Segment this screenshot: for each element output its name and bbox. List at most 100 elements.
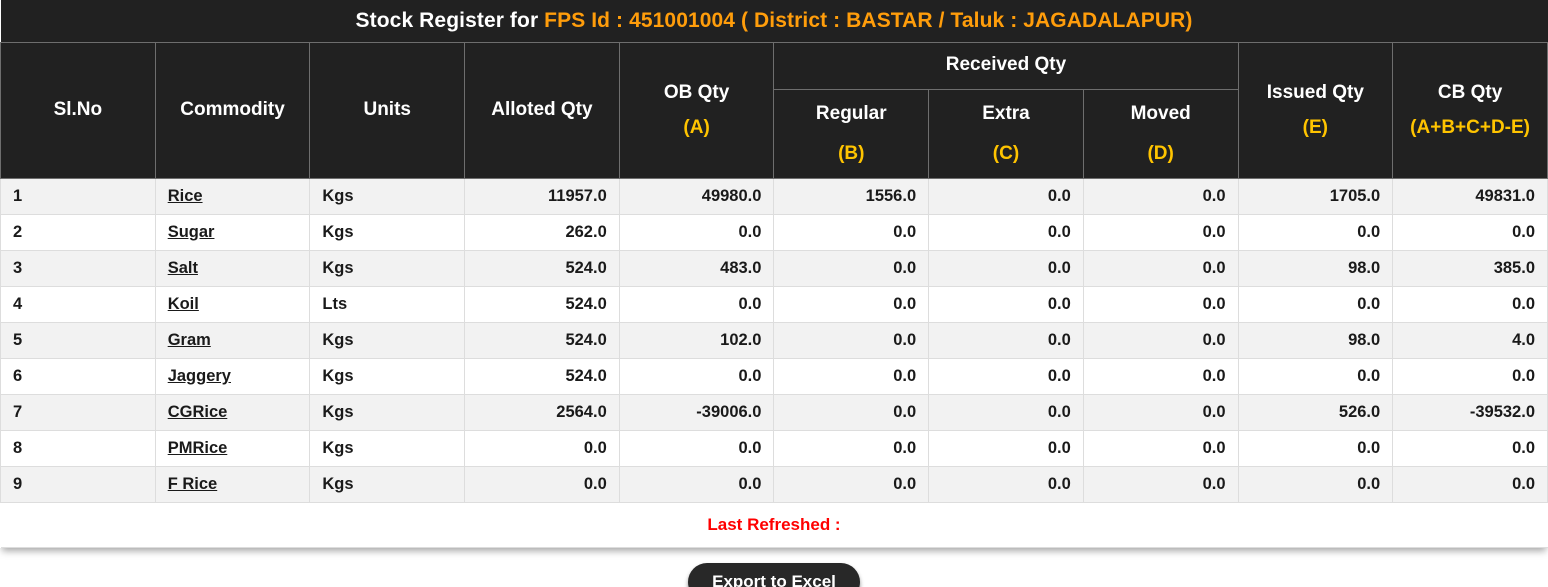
cell-issued-qty: 0.0 [1237, 286, 1394, 323]
commodity-link[interactable]: Rice [168, 187, 203, 205]
cell-received-regular: 0.0 [773, 214, 930, 251]
cell-received-regular: 0.0 [773, 322, 930, 359]
stock-register-table: Stock Register for FPS Id : 451001004 ( … [0, 0, 1548, 548]
cell-alloted-qty: 2564.0 [464, 394, 620, 431]
cell-commodity: Sugar [154, 214, 311, 251]
commodity-link[interactable]: Sugar [168, 223, 215, 241]
cell-cb-qty: 0.0 [1392, 214, 1548, 251]
commodity-link[interactable]: Salt [168, 259, 198, 277]
cell-issued-qty: 0.0 [1237, 466, 1394, 503]
cell-sl-no: 7 [0, 394, 156, 431]
cell-received-extra: 0.0 [928, 466, 1084, 503]
cell-received-extra: 0.0 [928, 358, 1084, 395]
received-extra-code: (C) [992, 143, 1020, 164]
commodity-link[interactable]: PMRice [168, 439, 228, 457]
cell-units: Kgs [309, 322, 466, 359]
commodity-link[interactable]: CGRice [168, 403, 228, 421]
cell-issued-qty: 1705.0 [1237, 178, 1394, 215]
cell-received-regular: 0.0 [773, 466, 930, 503]
table-footer: Last Refreshed : [0, 502, 1548, 548]
cell-units: Kgs [309, 178, 466, 215]
stock-register-page: Stock Register for FPS Id : 451001004 ( … [0, 0, 1548, 587]
cell-units: Kgs [309, 214, 466, 251]
commodity-link[interactable]: Jaggery [168, 367, 231, 385]
cell-commodity: Koil [154, 286, 311, 323]
column-header-issued-qty: Issued Qty (E) [1237, 42, 1394, 179]
actions-bar: Export to Excel [0, 548, 1548, 587]
cell-ob-qty: 483.0 [618, 250, 775, 287]
cell-ob-qty: 0.0 [618, 430, 775, 467]
cell-units: Kgs [309, 358, 466, 395]
cell-commodity: F Rice [154, 466, 311, 503]
cell-received-moved: 0.0 [1082, 322, 1239, 359]
cell-sl-no: 5 [0, 322, 156, 359]
cell-issued-qty: 526.0 [1237, 394, 1394, 431]
cell-received-extra: 0.0 [928, 178, 1084, 215]
cell-issued-qty: 0.0 [1237, 214, 1394, 251]
cell-alloted-qty: 524.0 [464, 250, 620, 287]
cell-received-moved: 0.0 [1082, 286, 1239, 323]
export-to-excel-button[interactable]: Export to Excel [688, 563, 860, 587]
last-refreshed-cell: Last Refreshed : [0, 502, 1548, 548]
table-header: Stock Register for FPS Id : 451001004 ( … [0, 0, 1548, 179]
cell-received-regular: 1556.0 [773, 178, 930, 215]
cell-commodity: PMRice [154, 430, 311, 467]
cell-received-regular: 0.0 [773, 286, 930, 323]
table-row: 8 PMRice Kgs 0.0 0.0 0.0 0.0 0.0 0.0 0.0 [0, 430, 1548, 467]
cell-commodity: CGRice [154, 394, 311, 431]
cell-alloted-qty: 524.0 [464, 322, 620, 359]
ob-qty-code: (A) [683, 116, 710, 138]
cell-sl-no: 9 [0, 466, 156, 503]
cell-received-moved: 0.0 [1082, 250, 1239, 287]
last-refreshed-label: Last Refreshed : [707, 515, 841, 534]
cell-issued-qty: 98.0 [1237, 250, 1394, 287]
cell-cb-qty: -39532.0 [1392, 394, 1548, 431]
cell-issued-qty: 0.0 [1237, 430, 1394, 467]
cell-received-regular: 0.0 [773, 430, 930, 467]
cell-ob-qty: 102.0 [618, 322, 775, 359]
cell-received-moved: 0.0 [1082, 394, 1239, 431]
received-extra-label: Extra [982, 102, 1030, 124]
cell-alloted-qty: 524.0 [464, 286, 620, 323]
cell-sl-no: 4 [0, 286, 156, 323]
cell-cb-qty: 0.0 [1392, 286, 1548, 323]
cell-ob-qty: 49980.0 [618, 178, 775, 215]
cell-ob-qty: 0.0 [618, 286, 775, 323]
cb-qty-code: (A+B+C+D-E) [1410, 116, 1530, 138]
cell-sl-no: 6 [0, 358, 156, 395]
commodity-link[interactable]: Gram [168, 331, 211, 349]
table-row: 9F Rice Kgs 0.0 0.0 0.0 0.0 0.0 0.0 0.0 [0, 466, 1548, 503]
cell-received-extra: 0.0 [928, 250, 1084, 287]
cell-cb-qty: 0.0 [1392, 430, 1548, 467]
commodity-link[interactable]: F Rice [168, 475, 218, 493]
cell-sl-no: 3 [0, 250, 156, 287]
received-moved-code: (D) [1147, 143, 1174, 164]
cell-cb-qty: 4.0 [1392, 322, 1548, 359]
cell-received-regular: 0.0 [773, 394, 930, 431]
cell-sl-no: 8 [0, 430, 156, 467]
column-header-alloted-qty: Alloted Qty [464, 42, 620, 179]
cell-received-extra: 0.0 [928, 430, 1084, 467]
cell-alloted-qty: 262.0 [464, 214, 620, 251]
cell-commodity: Gram [154, 322, 311, 359]
title-row: Stock Register for FPS Id : 451001004 ( … [0, 0, 1548, 43]
table-row: 4 Koil Lts 524.0 0.0 0.0 0.0 0.0 0.0 0.0 [0, 286, 1548, 323]
column-header-received-regular: Regular (B) [773, 89, 930, 179]
cell-units: Kgs [309, 466, 466, 503]
page-title: Stock Register for FPS Id : 451001004 ( … [0, 0, 1548, 43]
cell-received-extra: 0.0 [928, 286, 1084, 323]
cell-cb-qty: 385.0 [1392, 250, 1548, 287]
cell-cb-qty: 49831.0 [1392, 178, 1548, 215]
cell-received-extra: 0.0 [928, 394, 1084, 431]
commodity-link[interactable]: Koil [168, 295, 199, 313]
cell-alloted-qty: 0.0 [464, 430, 620, 467]
cell-sl-no: 1 [0, 178, 156, 215]
cell-units: Kgs [309, 250, 466, 287]
received-regular-label: Regular [815, 102, 887, 124]
table-row: 5 Gram Kgs 524.0 102.0 0.0 0.0 0.0 98.0 4.0 [0, 322, 1548, 359]
cell-alloted-qty: 11957.0 [464, 178, 620, 215]
title-static-text: Stock Register for [355, 9, 545, 32]
cell-ob-qty: 0.0 [618, 466, 775, 503]
ob-qty-label: OB Qty [663, 82, 730, 104]
column-header-received-moved: Moved (D) [1082, 89, 1239, 179]
